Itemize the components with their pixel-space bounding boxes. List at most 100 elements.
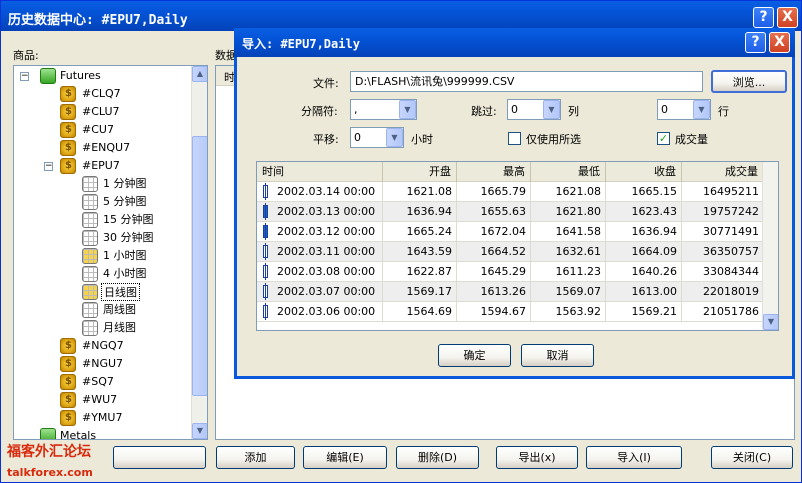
table-cell: 22018019 bbox=[682, 282, 764, 302]
symbol-tree[interactable]: − Futures #CLQ7 #CLU7 #CU7 #ENQU7 − #EPU… bbox=[13, 65, 208, 440]
tree-node-period[interactable]: 4 小时图 bbox=[103, 265, 147, 283]
table-cell: 1594.67 bbox=[457, 302, 531, 322]
tree-node-symbol[interactable]: #CLU7 bbox=[82, 103, 120, 121]
tree-node-symbol[interactable]: #CLQ7 bbox=[82, 85, 121, 103]
header-close[interactable]: 收盘 bbox=[606, 162, 682, 182]
close-button[interactable]: 关闭(C) bbox=[711, 446, 793, 469]
table-scrollbar[interactable]: ▼ bbox=[762, 162, 778, 330]
table-cell: 19757242 bbox=[682, 202, 764, 222]
header-time[interactable]: 时间 bbox=[257, 162, 383, 182]
table-cell: 1613.26 bbox=[457, 282, 531, 302]
browse-button[interactable]: 浏览... bbox=[711, 70, 787, 93]
table-row[interactable]: 2002.03.12 00:00 1665.24 1672.04 1641.58 163… bbox=[257, 222, 764, 242]
ok-button[interactable]: 确定 bbox=[438, 344, 511, 367]
table-row[interactable]: 2002.03.14 00:00 1621.08 1665.79 1621.08 166… bbox=[257, 182, 764, 202]
close-window-button[interactable]: X bbox=[777, 7, 798, 28]
separator-label: 分隔符: bbox=[301, 105, 338, 118]
scroll-up-icon[interactable]: ▲ bbox=[192, 66, 207, 82]
shift-select[interactable]: 0 ▼ bbox=[350, 127, 404, 148]
symbol-icon bbox=[60, 158, 76, 174]
only-selected-label: 仅使用所选 bbox=[526, 133, 581, 146]
table-row[interactable]: 2002.03.07 00:00 1569.17 1613.26 1569.07 161… bbox=[257, 282, 764, 302]
chevron-down-icon[interactable]: ▼ bbox=[386, 128, 403, 147]
scroll-thumb[interactable] bbox=[192, 136, 207, 396]
scroll-down-icon[interactable]: ▼ bbox=[192, 423, 207, 439]
separator-select[interactable]: , ▼ bbox=[350, 99, 417, 120]
scroll-down-icon[interactable]: ▼ bbox=[763, 314, 778, 330]
skip-rows-value: 0 bbox=[661, 103, 668, 116]
tree-node-period[interactable]: 5 分钟图 bbox=[103, 193, 147, 211]
collapse-icon[interactable]: − bbox=[20, 72, 29, 81]
dialog-close-button[interactable]: X bbox=[769, 32, 790, 53]
delete-button[interactable]: 删除(D) bbox=[396, 446, 479, 469]
collapse-icon[interactable]: − bbox=[44, 162, 53, 171]
period-icon bbox=[82, 248, 98, 264]
tree-node-futures[interactable]: Futures bbox=[60, 67, 101, 85]
tree-node-period-selected[interactable]: 日线图 bbox=[101, 283, 140, 301]
tree-node-symbol[interactable]: #WU7 bbox=[82, 391, 117, 409]
table-row[interactable]: 2002.03.08 00:00 1622.87 1645.29 1611.23 164… bbox=[257, 262, 764, 282]
tree-node-period[interactable]: 1 小时图 bbox=[103, 247, 147, 265]
tree-node-symbol[interactable]: #NGQ7 bbox=[82, 337, 124, 355]
window-titlebar: 历史数据中心: #EPU7,Daily ? X bbox=[1, 1, 801, 31]
table-cell: 2002.03.13 00:00 bbox=[257, 202, 383, 222]
chevron-down-icon[interactable]: ▼ bbox=[543, 100, 560, 119]
only-selected-checkbox[interactable] bbox=[508, 132, 521, 145]
add-button[interactable]: 添加 bbox=[216, 446, 295, 469]
skip-columns-select[interactable]: 0 ▼ bbox=[507, 99, 561, 120]
dialog-help-button[interactable]: ? bbox=[745, 32, 766, 53]
import-dialog: 导入: #EPU7,Daily ? X 文件: D:\FLASH\流讯兔\999… bbox=[234, 28, 795, 379]
table-row[interactable]: 2002.03.06 00:00 1564.69 1594.67 1563.92 156… bbox=[257, 302, 764, 322]
table-cell: 1622.87 bbox=[383, 262, 457, 282]
table-cell: 2002.03.14 00:00 bbox=[257, 182, 383, 202]
chevron-down-icon[interactable]: ▼ bbox=[399, 100, 416, 119]
table-cell: 1672.04 bbox=[457, 222, 531, 242]
period-icon bbox=[82, 176, 98, 192]
tree-node-period[interactable]: 15 分钟图 bbox=[103, 211, 154, 229]
cancel-button[interactable]: 取消 bbox=[521, 344, 594, 367]
bottom-button-hidden[interactable] bbox=[113, 446, 206, 469]
tree-node-symbol[interactable]: #CU7 bbox=[82, 121, 114, 139]
shift-value: 0 bbox=[354, 131, 361, 144]
table-cell: 1645.29 bbox=[457, 262, 531, 282]
tree-node-symbol[interactable]: #SQ7 bbox=[82, 373, 114, 391]
tree-node-metals[interactable]: Metals bbox=[60, 427, 96, 439]
tree-node-symbol[interactable]: #ENQU7 bbox=[82, 139, 130, 157]
table-row[interactable]: 2002.03.11 00:00 1643.59 1664.52 1632.61 166… bbox=[257, 242, 764, 262]
table-cell: 2002.03.08 00:00 bbox=[257, 262, 383, 282]
header-volume[interactable]: 成交量 bbox=[682, 162, 764, 182]
table-row[interactable]: 2002.03.13 00:00 1636.94 1655.63 1621.80 162… bbox=[257, 202, 764, 222]
period-icon bbox=[82, 284, 98, 300]
table-cell: 1664.09 bbox=[606, 242, 682, 262]
table-cell: 1636.94 bbox=[383, 202, 457, 222]
skip-rows-select[interactable]: 0 ▼ bbox=[657, 99, 711, 120]
chevron-down-icon[interactable]: ▼ bbox=[693, 100, 710, 119]
tree-node-period[interactable]: 1 分钟图 bbox=[103, 175, 147, 193]
table-cell: 1655.63 bbox=[457, 202, 531, 222]
preview-table[interactable]: 时间 开盘 最高 最低 收盘 成交量 2002.03.14 00:00 1621.… bbox=[256, 161, 779, 331]
header-high[interactable]: 最高 bbox=[457, 162, 531, 182]
tree-scrollbar[interactable]: ▲ ▼ bbox=[191, 66, 207, 439]
tree-node-period[interactable]: 周线图 bbox=[103, 301, 136, 319]
import-button[interactable]: 导入(I) bbox=[586, 446, 682, 469]
table-cell: 1640.26 bbox=[606, 262, 682, 282]
tree-node-symbol[interactable]: #YMU7 bbox=[82, 409, 122, 427]
symbol-icon bbox=[60, 104, 76, 120]
tree-node-symbol[interactable]: #NGU7 bbox=[82, 355, 123, 373]
tree-node-period[interactable]: 30 分钟图 bbox=[103, 229, 154, 247]
file-path-input[interactable]: D:\FLASH\流讯兔\999999.CSV bbox=[350, 71, 703, 92]
symbol-icon bbox=[60, 392, 76, 408]
export-button[interactable]: 导出(x) bbox=[496, 446, 578, 469]
separator-value: , bbox=[354, 103, 358, 116]
table-cell: 1564.69 bbox=[383, 302, 457, 322]
help-button[interactable]: ? bbox=[753, 7, 774, 28]
tree-node-symbol[interactable]: #EPU7 bbox=[82, 157, 120, 175]
volume-checkbox[interactable]: ✓ bbox=[657, 132, 670, 145]
edit-button[interactable]: 编辑(E) bbox=[303, 446, 387, 469]
tree-node-period[interactable]: 月线图 bbox=[103, 319, 136, 337]
volume-label: 成交量 bbox=[675, 133, 708, 146]
table-cell: 2002.03.11 00:00 bbox=[257, 242, 383, 262]
header-low[interactable]: 最低 bbox=[531, 162, 606, 182]
table-cell: 1611.23 bbox=[531, 262, 606, 282]
header-open[interactable]: 开盘 bbox=[383, 162, 457, 182]
